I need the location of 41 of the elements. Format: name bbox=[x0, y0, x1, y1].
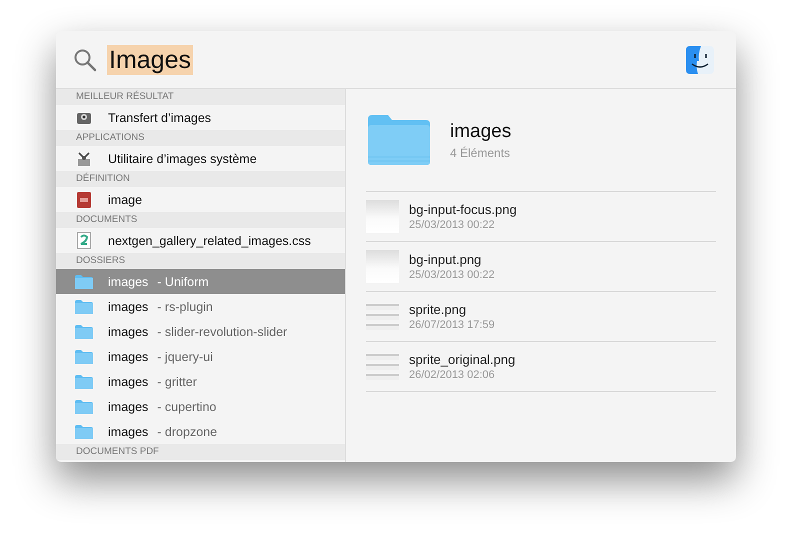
result-item[interactable]: images - rs-plugin bbox=[56, 294, 345, 319]
book-icon bbox=[75, 192, 93, 208]
section-header: DOSSIERS bbox=[56, 253, 345, 269]
folder-icon bbox=[75, 274, 93, 288]
file-name: bg-input.png bbox=[409, 252, 482, 267]
image-thumbnail bbox=[366, 200, 399, 233]
search-query[interactable]: Images bbox=[107, 44, 193, 74]
section-header: MEILLEUR RÉSULTAT bbox=[56, 89, 345, 105]
file-name: bg-input-focus.png bbox=[409, 202, 517, 217]
section-header: DÉFINITION bbox=[56, 171, 345, 187]
section-header: DOCUMENTS bbox=[56, 212, 345, 228]
result-item[interactable]: images - cupertino bbox=[56, 394, 345, 419]
result-item[interactable]: images - dropzone bbox=[56, 419, 345, 444]
result-item[interactable]: Transfert d’images bbox=[56, 105, 345, 130]
document-icon bbox=[75, 232, 93, 249]
folder-icon bbox=[75, 374, 93, 388]
file-name: sprite.png bbox=[409, 302, 468, 317]
item-count: 4 Éléments bbox=[450, 146, 512, 160]
preview-title: images bbox=[450, 120, 512, 142]
folder-icon bbox=[75, 350, 93, 364]
image-thumbnail bbox=[366, 250, 399, 283]
result-item[interactable]: images - gritter bbox=[56, 369, 345, 394]
file-date: 25/03/2013 00:22 bbox=[409, 269, 495, 281]
smiling-face-icon[interactable] bbox=[686, 46, 714, 74]
folder-icon bbox=[75, 324, 93, 338]
folder-icon bbox=[75, 400, 93, 414]
search-icon bbox=[73, 48, 97, 72]
folder-icon bbox=[75, 300, 93, 314]
file-date: 26/07/2013 17:59 bbox=[409, 319, 495, 331]
section-header: DOCUMENTS PDF bbox=[56, 444, 345, 460]
folder-icon bbox=[75, 424, 93, 438]
result-item[interactable]: images - slider-revolution-slider bbox=[56, 319, 345, 344]
result-item[interactable]: nextgen_gallery_related_images.css bbox=[56, 228, 345, 253]
result-item[interactable]: images - jquery-ui bbox=[56, 344, 345, 369]
file-date: 26/02/2013 02:06 bbox=[409, 369, 496, 381]
result-item[interactable]: Utilitaire d’images système bbox=[56, 146, 345, 171]
file-name: sprite_original.png bbox=[409, 352, 516, 367]
folder-icon bbox=[368, 115, 430, 165]
section-header: APPLICATIONS bbox=[56, 130, 345, 146]
result-item[interactable]: image bbox=[56, 187, 345, 212]
file-date: 25/03/2013 00:22 bbox=[409, 219, 496, 231]
